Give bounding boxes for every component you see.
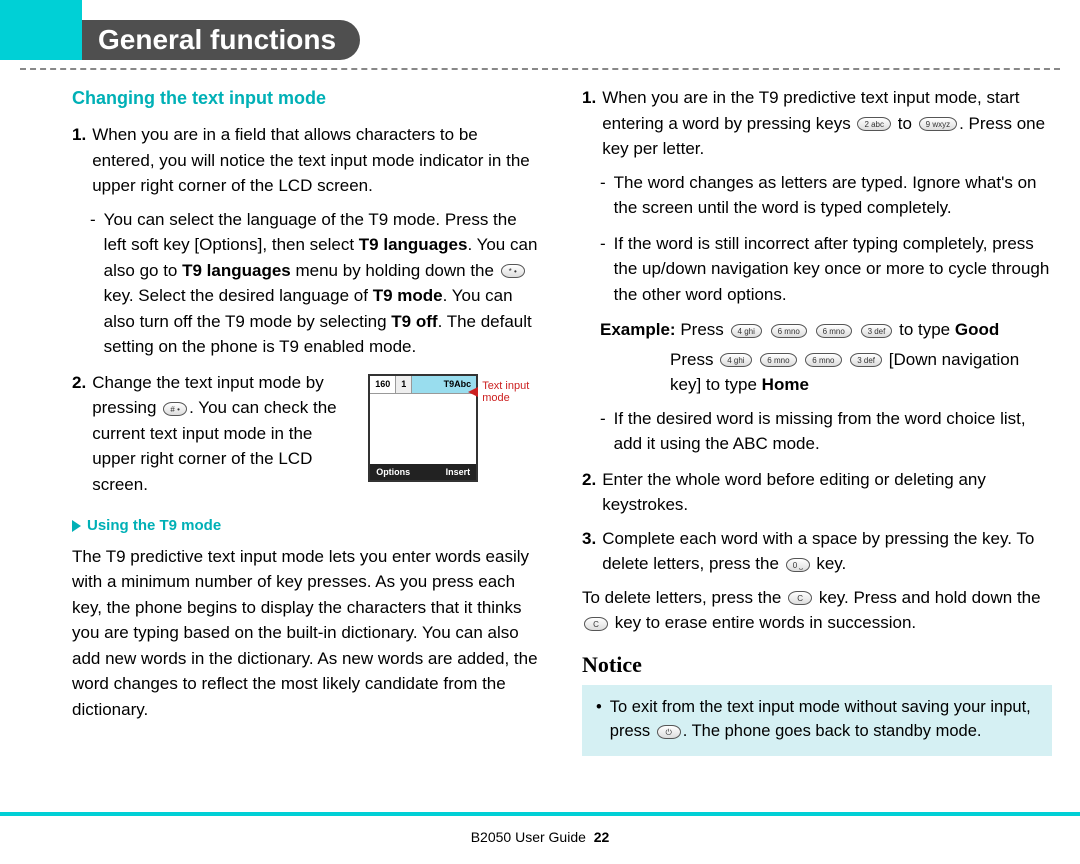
softkey-options: Options: [376, 466, 410, 478]
example-label: Example:: [600, 320, 676, 339]
divider-dashed: [20, 68, 1060, 70]
item-text: When you are in the T9 predictive text i…: [602, 85, 1052, 162]
notice-text: To exit from the text input mode without…: [610, 695, 1038, 745]
item-number: 3.: [582, 526, 596, 577]
key-4-icon: 4 ghi: [720, 353, 751, 367]
callout-text: Text input mode: [482, 380, 542, 404]
list-item: 1. When you are in the T9 predictive tex…: [582, 85, 1052, 162]
bullet-text: If the desired word is missing from the …: [614, 406, 1052, 457]
left-column: Changing the text input mode 1. When you…: [72, 85, 542, 792]
page-footer: B2050 User Guide 22: [0, 827, 1080, 848]
page-number: 22: [594, 829, 610, 845]
bullet-dot-icon: •: [596, 695, 602, 745]
bullet-text: The word changes as letters are typed. I…: [614, 170, 1052, 221]
phone-softkeys: Options Insert: [370, 464, 476, 480]
item-text: When you are in a field that allows char…: [92, 122, 542, 199]
subsection-heading-t9: Using the T9 mode: [72, 515, 542, 538]
callout-arrow: Text input mode: [468, 380, 542, 404]
key-4-icon: 4 ghi: [731, 324, 762, 338]
item-number: 1.: [72, 122, 86, 199]
bullet-text: You can select the language of the T9 mo…: [104, 207, 542, 360]
clear-key-icon: C: [788, 591, 812, 605]
key-6-icon: 6 mno: [805, 353, 841, 367]
key-6-icon: 6 mno: [760, 353, 796, 367]
content-columns: Changing the text input mode 1. When you…: [72, 85, 1052, 792]
key-6-icon: 6 mno: [771, 324, 807, 338]
item-text: Change the text input mode by pressing #…: [92, 370, 352, 498]
corner-accent: [0, 0, 82, 60]
list-item: 2. Enter the whole word before editing o…: [582, 467, 1052, 518]
hash-key-icon: # •: [163, 402, 187, 416]
example-block: Example: Press 4 ghi 6 mno 6 mno 3 def t…: [600, 317, 1052, 343]
guide-title: B2050 User Guide: [471, 829, 586, 845]
right-column: 1. When you are in the T9 predictive tex…: [582, 85, 1052, 792]
item-number: 2.: [72, 370, 86, 498]
dash-icon: -: [600, 406, 606, 457]
item-text: Enter the whole word before editing or d…: [602, 467, 1052, 518]
key-3-icon: 3 def: [850, 353, 882, 367]
footer-divider: [0, 812, 1080, 816]
dash-icon: -: [600, 231, 606, 308]
char-count: 160: [370, 376, 396, 393]
page-idx: 1: [396, 376, 412, 393]
page-title: General functions: [98, 19, 336, 61]
clear-key-icon: C: [584, 617, 608, 631]
phone-titlebar: 160 1 T9Abc: [370, 376, 476, 394]
item-text: Complete each word with a space by press…: [602, 526, 1052, 577]
key-9-icon: 9 wxyz: [919, 117, 957, 131]
dash-icon: -: [90, 207, 96, 360]
sub-bullet: - If the desired word is missing from th…: [600, 406, 1052, 457]
key-6-icon: 6 mno: [816, 324, 852, 338]
mode-indicator: T9Abc: [412, 376, 476, 393]
example-block: Press 4 ghi 6 mno 6 mno 3 def [Down navi…: [670, 347, 1052, 398]
item-number: 2.: [582, 467, 596, 518]
phone-preview: 160 1 T9Abc Options Insert Text input mo…: [368, 374, 478, 490]
key-2-icon: 2 abc: [857, 117, 891, 131]
page-title-bar: General functions: [82, 20, 360, 60]
sub-bullet: - You can select the language of the T9 …: [90, 207, 542, 360]
softkey-insert: Insert: [446, 466, 471, 478]
triangle-right-icon: [72, 520, 81, 532]
paragraph: To delete letters, press the C key. Pres…: [582, 585, 1052, 636]
phone-lcd: 160 1 T9Abc Options Insert: [368, 374, 478, 482]
notice-box: • To exit from the text input mode witho…: [582, 685, 1052, 757]
notice-heading: Notice: [582, 648, 1052, 681]
paragraph: The T9 predictive text input mode lets y…: [72, 544, 542, 723]
end-key-icon: ⏻: [657, 725, 681, 739]
list-item: 1. When you are in a field that allows c…: [72, 122, 542, 199]
section-heading-change-mode: Changing the text input mode: [72, 85, 542, 112]
dash-icon: -: [600, 170, 606, 221]
item-number: 1.: [582, 85, 596, 162]
arrow-left-icon: [468, 387, 478, 397]
star-key-icon: * •: [501, 264, 525, 278]
list-item: 3. Complete each word with a space by pr…: [582, 526, 1052, 577]
list-item: 2. Change the text input mode by pressin…: [72, 370, 542, 498]
sub-bullet: - The word changes as letters are typed.…: [600, 170, 1052, 221]
key-0-icon: 0 ⎵: [786, 558, 810, 572]
key-3-icon: 3 def: [861, 324, 893, 338]
bullet-text: If the word is still incorrect after typ…: [614, 231, 1052, 308]
sub-bullet: - If the word is still incorrect after t…: [600, 231, 1052, 308]
